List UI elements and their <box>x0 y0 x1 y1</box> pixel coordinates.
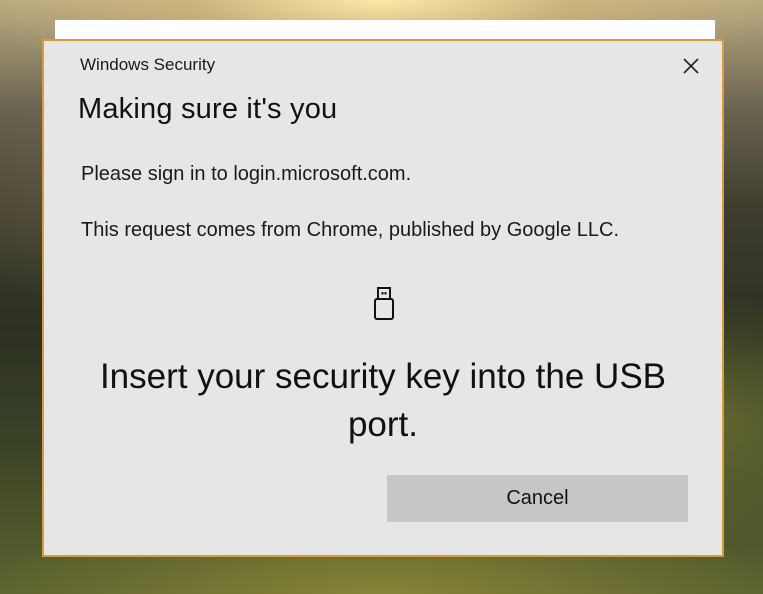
sign-in-message: Please sign in to login.microsoft.com. <box>81 163 412 185</box>
usb-drive-icon <box>374 287 394 320</box>
dialog-window-title: Windows Security <box>80 55 216 74</box>
windows-security-dialog: Windows Security Making sure it's you Pl… <box>42 39 724 557</box>
cancel-button[interactable]: Cancel <box>387 475 688 522</box>
dialog-heading: Making sure it's you <box>78 93 338 125</box>
close-icon <box>683 58 699 74</box>
close-button[interactable] <box>678 53 704 79</box>
insert-key-instruction: Insert your security key into the USB po… <box>99 357 667 444</box>
request-source-message: This request comes from Chrome, publishe… <box>81 219 620 241</box>
